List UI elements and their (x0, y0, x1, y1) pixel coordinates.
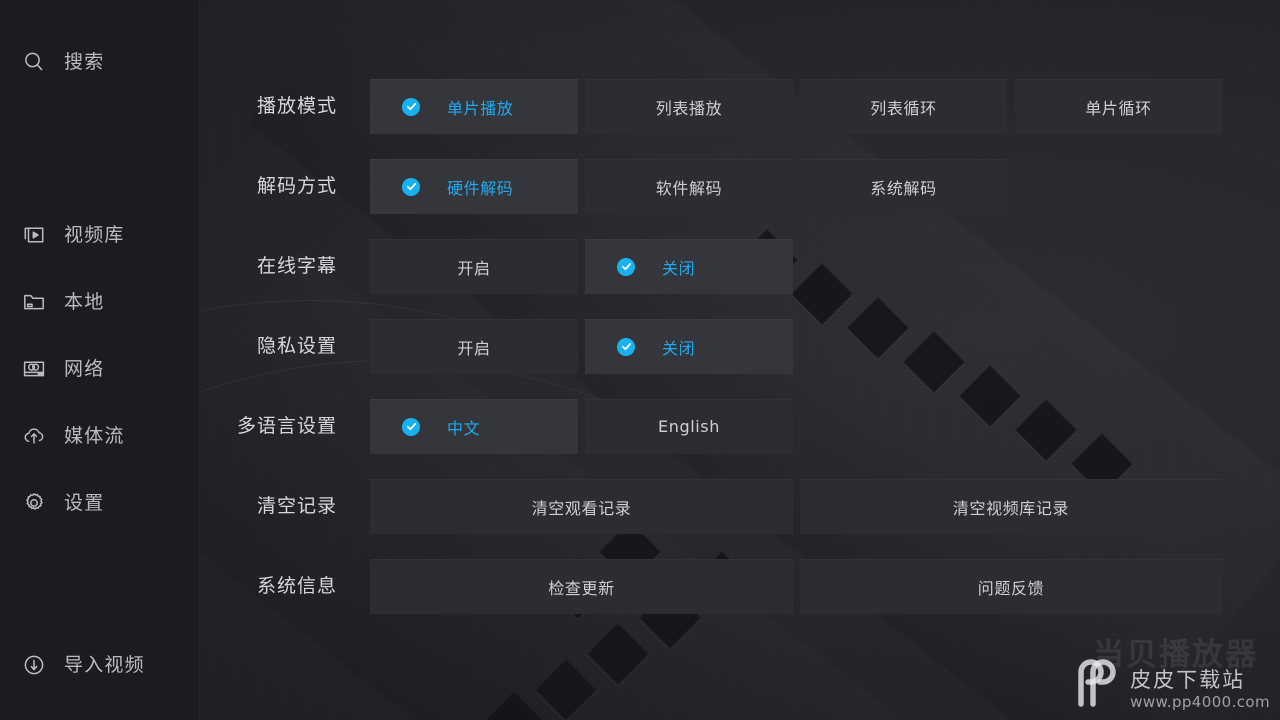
option-online-subtitle-1[interactable]: 关闭 (585, 239, 793, 294)
option-label: 关闭 (662, 338, 696, 358)
option-privacy-setting-1[interactable]: 关闭 (585, 319, 793, 374)
sidebar-item-label: 本地 (64, 290, 105, 313)
option-play-mode-0[interactable]: 单片播放 (370, 79, 578, 134)
option-label: 软件解码 (655, 178, 723, 198)
settings-row-clear-records: 清空记录 清空观看记录 清空视频库记录 (200, 479, 1280, 534)
sidebar-item-video-library[interactable]: 视频库 (0, 213, 200, 257)
sidebar-item-gear[interactable]: 设置 (0, 481, 200, 525)
option-language-setting-0[interactable]: 中文 (370, 399, 578, 454)
settings-row-language-setting: 多语言设置 中文 English (200, 399, 1280, 454)
check-icon (402, 97, 420, 116)
sidebar-item-label: 媒体流 (64, 424, 125, 447)
option-label: 系统解码 (870, 178, 937, 198)
option-label: 单片循环 (1085, 98, 1152, 118)
option-clear-records-0[interactable]: 清空观看记录 (370, 479, 793, 534)
site-watermark-text: 皮皮下载站 www.pp4000.com (1130, 668, 1270, 712)
option-label: 开启 (457, 338, 491, 358)
option-label: 硬件解码 (447, 178, 514, 198)
sidebar-item-cloud-upload[interactable]: 媒体流 (0, 414, 200, 458)
option-label: 单片播放 (447, 98, 514, 118)
network-icon (19, 354, 49, 384)
option-label: 列表播放 (655, 98, 723, 118)
sidebar-item-label: 视频库 (64, 223, 125, 246)
site-url: www.pp4000.com (1130, 692, 1270, 711)
option-privacy-setting-0[interactable]: 开启 (370, 319, 578, 374)
app-window: 搜索视频库本地网络媒体流设置导入视频 播放模式 单片播放 列表播放 列表循环 单片循环解… (0, 0, 1280, 720)
settings-row-privacy-setting: 隐私设置 开启 关闭 (200, 319, 1280, 374)
settings-row-online-subtitle: 在线字幕 开启 关闭 (200, 239, 1280, 294)
option-language-setting-1[interactable]: English (585, 399, 793, 454)
sidebar-item-network[interactable]: 网络 (0, 347, 200, 391)
option-label: 清空视频库记录 (952, 498, 1070, 518)
option-label: 检查更新 (548, 578, 615, 598)
option-label: 开启 (457, 258, 491, 278)
site-watermark: 皮皮下载站 www.pp4000.com (1070, 652, 1270, 712)
import-icon (19, 650, 49, 680)
settings-row-label: 播放模式 (256, 95, 337, 117)
check-icon (617, 337, 635, 356)
option-system-info-0[interactable]: 检查更新 (370, 559, 793, 614)
sidebar-item-search[interactable]: 搜索 (0, 40, 200, 84)
option-decode-mode-2[interactable]: 系统解码 (800, 159, 1007, 214)
option-label: 列表循环 (870, 98, 937, 118)
settings-panel: 播放模式 单片播放 列表播放 列表循环 单片循环解码方式 硬件解码 软件解码 系统解码在线字幕… (200, 0, 1280, 720)
option-play-mode-3[interactable]: 单片循环 (1015, 79, 1222, 134)
sidebar-item-label: 网络 (64, 357, 105, 380)
check-icon (402, 417, 420, 436)
option-label: 中文 (447, 418, 481, 438)
settings-row-label: 清空记录 (256, 495, 337, 517)
option-label: English (658, 417, 720, 436)
sidebar: 搜索视频库本地网络媒体流设置导入视频 (0, 0, 200, 720)
settings-row-label: 多语言设置 (236, 415, 337, 437)
sidebar-item-label: 搜索 (64, 50, 105, 73)
option-decode-mode-0[interactable]: 硬件解码 (370, 159, 578, 214)
folder-icon (19, 287, 49, 317)
settings-row-system-info: 系统信息 检查更新 问题反馈 (200, 559, 1280, 614)
sidebar-item-folder[interactable]: 本地 (0, 280, 200, 324)
option-system-info-1[interactable]: 问题反馈 (800, 559, 1222, 614)
option-online-subtitle-0[interactable]: 开启 (370, 239, 578, 294)
video-library-icon (19, 220, 49, 250)
option-decode-mode-1[interactable]: 软件解码 (585, 159, 793, 214)
pp-logo-icon (1070, 652, 1124, 712)
option-clear-records-1[interactable]: 清空视频库记录 (800, 479, 1222, 534)
option-play-mode-2[interactable]: 列表循环 (800, 79, 1007, 134)
sidebar-item-import[interactable]: 导入视频 (0, 643, 200, 687)
option-label: 关闭 (662, 258, 696, 278)
option-label: 清空观看记录 (531, 498, 632, 518)
check-icon (617, 257, 635, 276)
sidebar-item-label: 导入视频 (64, 653, 145, 676)
site-name: 皮皮下载站 (1130, 668, 1246, 693)
gear-icon (19, 488, 49, 518)
cloud-upload-icon (19, 421, 49, 451)
settings-row-label: 隐私设置 (256, 335, 337, 357)
settings-row-label: 系统信息 (256, 575, 337, 597)
option-label: 问题反馈 (977, 578, 1045, 598)
sidebar-item-label: 设置 (64, 491, 105, 514)
settings-row-play-mode: 播放模式 单片播放 列表播放 列表循环 单片循环 (200, 79, 1280, 134)
check-icon (402, 177, 420, 196)
option-play-mode-1[interactable]: 列表播放 (585, 79, 793, 134)
settings-row-label: 解码方式 (256, 175, 337, 197)
settings-row-label: 在线字幕 (256, 255, 337, 277)
settings-row-decode-mode: 解码方式 硬件解码 软件解码 系统解码 (200, 159, 1280, 214)
search-icon (19, 47, 49, 77)
